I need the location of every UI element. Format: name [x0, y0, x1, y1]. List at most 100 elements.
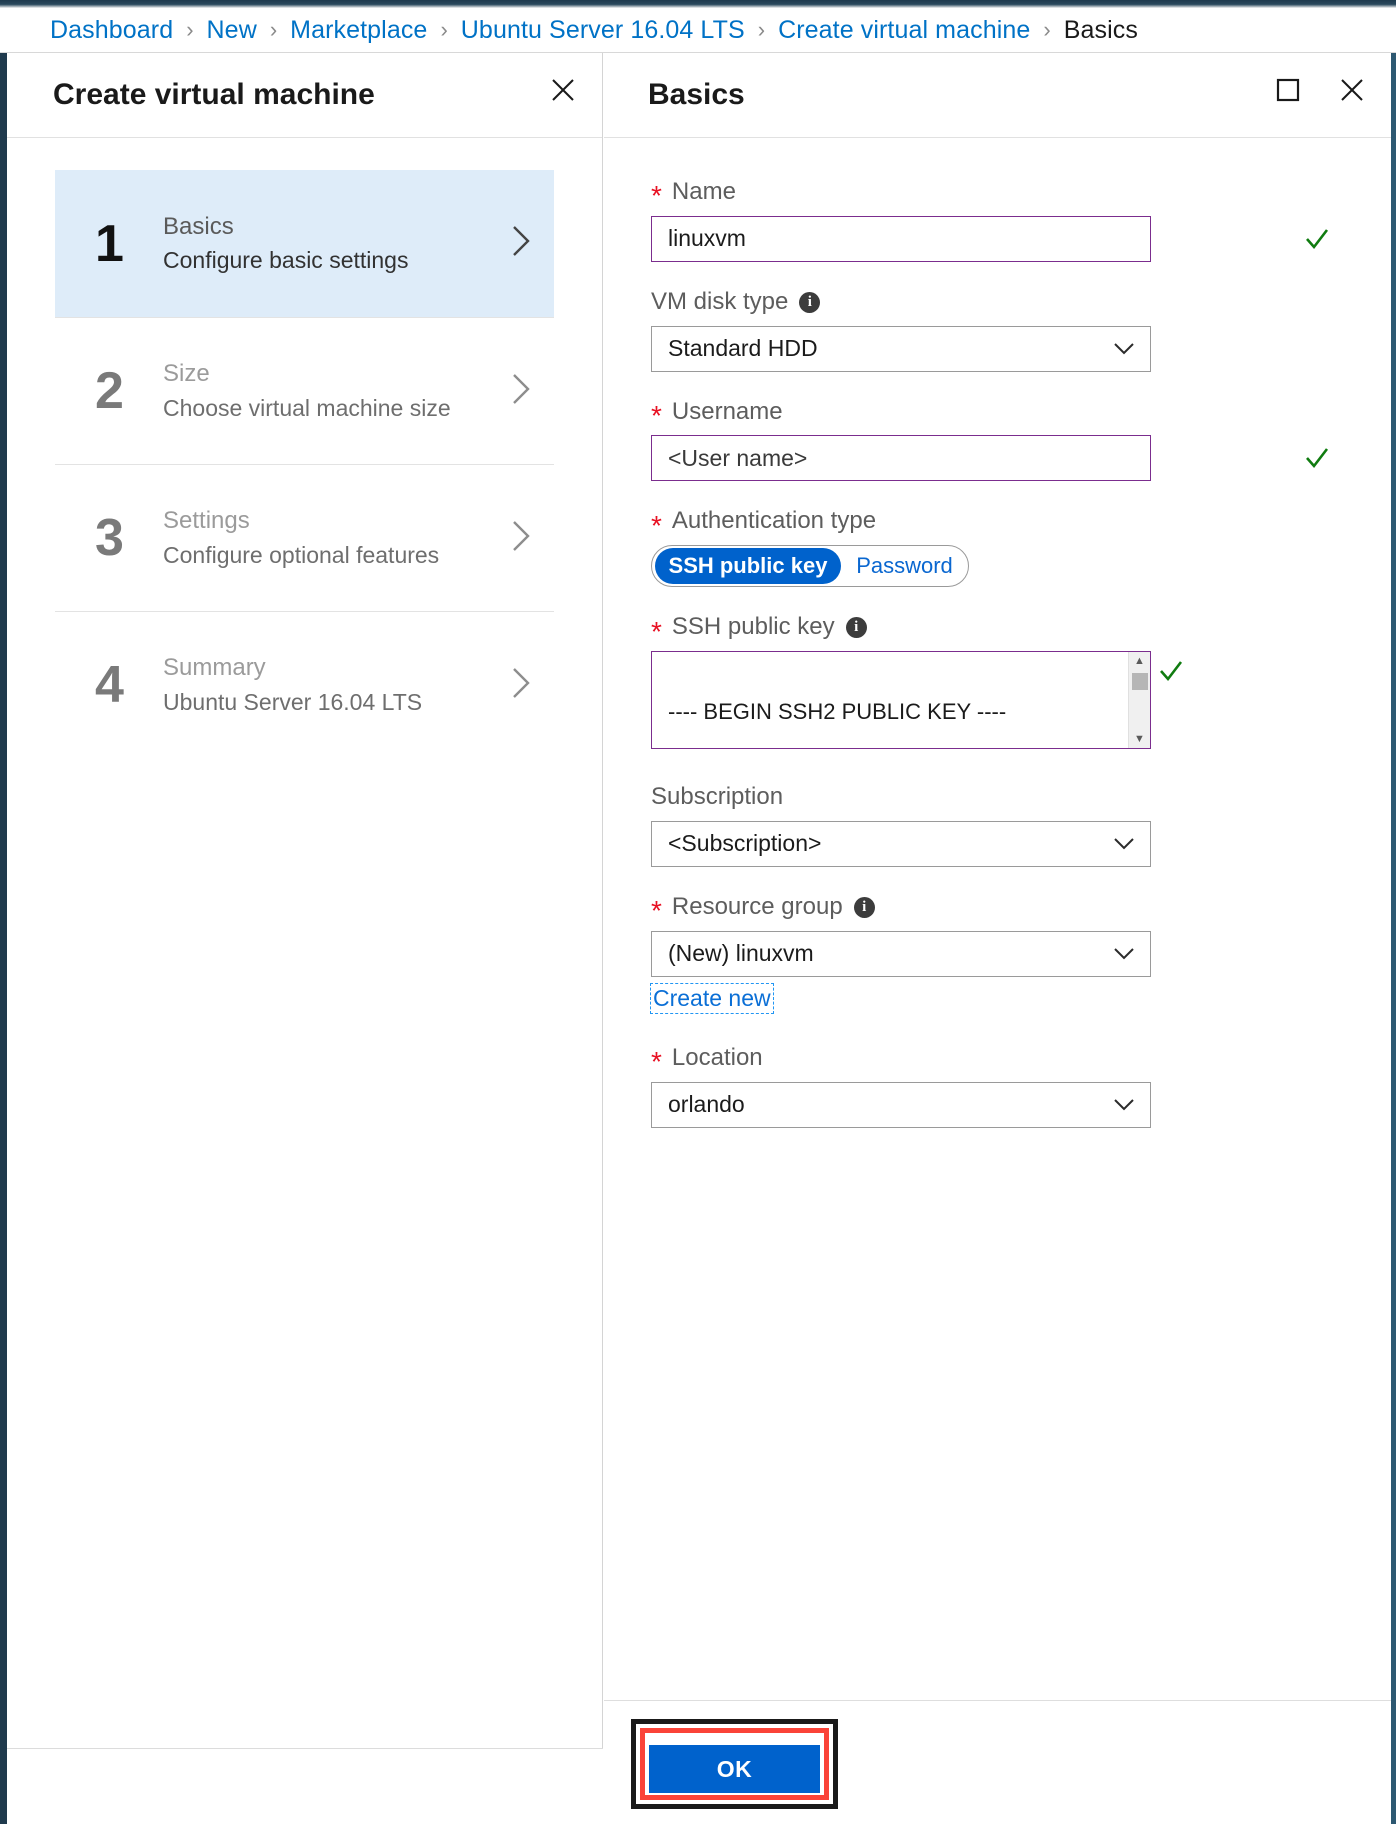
- breadcrumb-item-marketplace[interactable]: Marketplace: [290, 16, 427, 45]
- basics-blade-footer: OK: [604, 1700, 1391, 1824]
- wizard-step-number: 2: [95, 362, 124, 420]
- close-icon[interactable]: [546, 73, 580, 107]
- wizard-step-settings[interactable]: 3 Settings Configure optional features: [55, 464, 554, 611]
- vm-disk-type-select[interactable]: Standard HDD: [651, 325, 1151, 372]
- chevron-down-icon: [1112, 830, 1136, 857]
- breadcrumb-item-dashboard[interactable]: Dashboard: [50, 16, 173, 45]
- resource-group-select[interactable]: (New) linuxvm: [651, 930, 1151, 977]
- name-input[interactable]: [651, 215, 1151, 262]
- page-title: Create virtual machine: [53, 78, 375, 111]
- field-location: * Location orlando: [651, 1044, 1344, 1128]
- field-subscription: Subscription <Subscription>: [651, 783, 1344, 867]
- blade-left-accent-edge: [0, 53, 7, 1824]
- valid-check-icon: [1304, 445, 1330, 471]
- username-label: * Username: [651, 397, 1344, 431]
- breadcrumb-separator-icon: ›: [1043, 17, 1051, 42]
- resource-group-label-text: Resource group: [671, 892, 843, 920]
- chevron-down-icon: [1112, 1091, 1136, 1118]
- breadcrumb-item-new[interactable]: New: [207, 16, 257, 45]
- chevron-right-icon: [508, 664, 534, 707]
- ok-button[interactable]: OK: [649, 1745, 820, 1793]
- required-asterisk-icon: *: [651, 180, 662, 212]
- wizard-step-basics[interactable]: 1 Basics Configure basic settings: [55, 170, 554, 317]
- basics-blade: Basics * Name linuxvm VM disk type i Sta…: [604, 53, 1391, 1824]
- maximize-icon[interactable]: [1271, 73, 1305, 107]
- name-label: * Name: [651, 178, 1344, 212]
- field-resource-group: * Resource group i (New) linuxvm Create …: [650, 892, 1344, 1015]
- valid-check-icon: [1304, 226, 1330, 252]
- wizard-step-label: Basics: [163, 212, 234, 240]
- breadcrumb: Dashboard › New › Marketplace › Ubuntu S…: [0, 8, 1396, 53]
- vm-disk-type-label-text: VM disk type: [651, 287, 789, 315]
- info-icon[interactable]: i: [853, 896, 875, 918]
- breadcrumb-separator-icon: ›: [269, 17, 278, 42]
- create-new-resource-group-link[interactable]: Create new: [650, 982, 774, 1015]
- vm-disk-type-value: Standard HDD: [668, 335, 818, 362]
- basics-blade-header: Basics: [604, 53, 1391, 138]
- chevron-down-icon: [1112, 335, 1136, 362]
- chevron-down-icon: [1112, 940, 1136, 967]
- info-icon[interactable]: i: [845, 617, 867, 639]
- wizard-steps-list: 1 Basics Configure basic settings 2 Size…: [7, 138, 602, 758]
- username-input[interactable]: [651, 435, 1151, 482]
- field-ssh-public-key: * SSH public key i ---- BEGIN SSH2 PUBLI…: [651, 613, 1344, 749]
- resource-group-label: * Resource group i: [651, 892, 1344, 927]
- close-icon[interactable]: [1335, 73, 1369, 107]
- authentication-type-toggle: SSH public key Password: [651, 545, 969, 588]
- breadcrumb-separator-icon: ›: [186, 17, 194, 42]
- wizard-step-number: 4: [95, 656, 124, 714]
- username-label-text: Username: [671, 397, 783, 425]
- scrollbar-thumb[interactable]: [1131, 672, 1148, 690]
- auth-option-ssh-public-key[interactable]: SSH public key: [655, 548, 841, 585]
- field-authentication-type: * Authentication type SSH public key Pas…: [651, 507, 1344, 588]
- breadcrumb-item-create-virtual-machine[interactable]: Create virtual machine: [778, 16, 1030, 45]
- wizard-step-sublabel: Ubuntu Server 16.04 LTS: [163, 688, 423, 715]
- scroll-up-arrow-icon[interactable]: ▲: [1129, 652, 1151, 670]
- wizard-step-label: Settings: [163, 507, 250, 535]
- chevron-right-icon: [508, 370, 534, 413]
- breadcrumb-item-ubuntu-server[interactable]: Ubuntu Server 16.04 LTS: [461, 16, 745, 45]
- subscription-label-text: Subscription: [651, 782, 784, 810]
- required-asterisk-icon: *: [651, 509, 662, 541]
- resource-group-value: (New) linuxvm: [668, 940, 814, 967]
- name-label-text: Name: [671, 178, 736, 205]
- basics-title: Basics: [648, 78, 745, 111]
- wizard-step-number: 1: [95, 214, 124, 273]
- location-label-text: Location: [671, 1044, 763, 1072]
- subscription-label: Subscription: [651, 783, 1344, 812]
- auth-option-password[interactable]: Password: [841, 546, 968, 586]
- subscription-value: <Subscription>: [668, 830, 822, 857]
- authentication-type-label: * Authentication type: [651, 507, 1344, 539]
- wizard-step-label: Summary: [163, 654, 266, 682]
- required-asterisk-icon: *: [651, 1046, 662, 1078]
- ssh-public-key-label: * SSH public key i: [651, 613, 1344, 645]
- required-asterisk-icon: *: [651, 615, 662, 647]
- wizard-step-number: 3: [95, 509, 124, 567]
- wizard-step-sublabel: Configure optional features: [163, 541, 440, 568]
- wizard-step-sublabel: Choose virtual machine size: [163, 394, 451, 421]
- scroll-down-arrow-icon[interactable]: ▼: [1129, 730, 1151, 748]
- create-virtual-machine-blade: Create virtual machine 1 Basics Configur…: [7, 53, 603, 1824]
- vm-disk-type-label: VM disk type i: [651, 288, 1344, 317]
- wizard-step-label: Size: [163, 360, 210, 388]
- breadcrumb-item-basics: Basics: [1063, 15, 1138, 44]
- ssh-textarea-scrollbar[interactable]: ▲ ▼: [1128, 651, 1151, 748]
- field-name: * Name: [651, 178, 1344, 262]
- ssh-public-key-content: ---- BEGIN SSH2 PUBLIC KEY ---- <Public …: [652, 652, 1128, 748]
- info-icon[interactable]: i: [799, 291, 821, 313]
- required-asterisk-icon: *: [651, 399, 662, 431]
- ssh-public-key-textarea[interactable]: ---- BEGIN SSH2 PUBLIC KEY ---- <Public …: [651, 650, 1183, 749]
- breadcrumb-separator-icon: ›: [757, 17, 766, 42]
- wizard-step-size[interactable]: 2 Size Choose virtual machine size: [55, 317, 554, 464]
- field-username: * Username: [651, 398, 1344, 482]
- required-asterisk-icon: *: [651, 895, 662, 927]
- chevron-right-icon: [508, 222, 534, 265]
- location-label: * Location: [651, 1044, 1344, 1078]
- chevron-right-icon: [508, 517, 534, 560]
- basics-form: * Name VM disk type i Standard HDD: [604, 138, 1391, 1128]
- subscription-select[interactable]: <Subscription>: [651, 820, 1151, 867]
- wizard-step-summary[interactable]: 4 Summary Ubuntu Server 16.04 LTS: [55, 611, 554, 758]
- authentication-type-label-text: Authentication type: [671, 507, 877, 535]
- location-select[interactable]: orlando: [651, 1081, 1151, 1128]
- valid-check-icon: [1158, 658, 1184, 689]
